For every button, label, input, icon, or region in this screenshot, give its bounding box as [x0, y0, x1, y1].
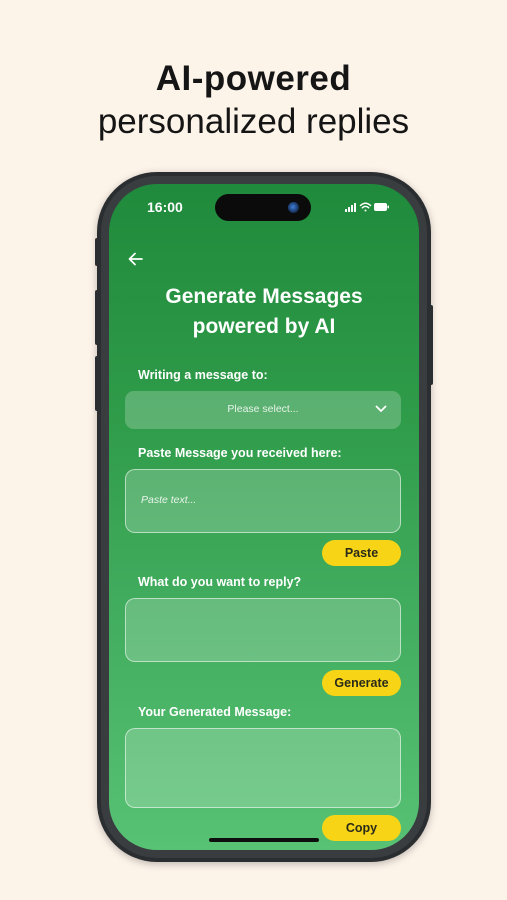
headline-light: personalized replies — [97, 102, 410, 141]
phone-side-button — [95, 290, 99, 345]
camera-icon — [288, 202, 299, 213]
app-screen: 16:00 Generate Messages powered by AI Wr… — [109, 184, 419, 850]
generated-label: Your Generated Message: — [138, 705, 292, 719]
home-indicator[interactable] — [209, 838, 319, 842]
signal-icon — [345, 203, 356, 212]
received-label: Paste Message you received here: — [138, 446, 342, 460]
copy-button[interactable]: Copy — [322, 815, 401, 841]
battery-icon — [374, 203, 389, 211]
received-message-input[interactable]: Paste text... — [125, 469, 401, 533]
status-time: 16:00 — [147, 199, 183, 215]
chevron-down-icon — [375, 405, 387, 412]
page-title: Generate Messages powered by AI — [109, 282, 419, 342]
paste-button[interactable]: Paste — [322, 540, 401, 566]
promo-headline: AI-powered personalized replies — [0, 58, 507, 144]
recipient-select[interactable]: Please select... — [125, 391, 401, 429]
received-placeholder: Paste text... — [141, 494, 197, 506]
phone-side-button — [95, 238, 99, 266]
recipient-label: Writing a message to: — [138, 368, 268, 382]
recipient-placeholder: Please select... — [227, 403, 299, 415]
reply-intent-input[interactable] — [125, 598, 401, 662]
generate-button[interactable]: Generate — [322, 670, 401, 696]
reply-intent-label: What do you want to reply? — [138, 575, 302, 589]
arrow-left-icon[interactable] — [125, 248, 147, 270]
headline-bold: AI-powered — [155, 59, 352, 98]
generated-message-output[interactable] — [125, 728, 401, 808]
phone-side-button — [95, 356, 99, 411]
phone-side-button — [429, 305, 433, 385]
page-title-line-1: Generate Messages — [165, 285, 363, 308]
wifi-icon — [359, 202, 372, 212]
status-icons — [345, 202, 389, 212]
dynamic-island — [215, 194, 311, 221]
page-title-line-2: powered by AI — [192, 315, 336, 338]
